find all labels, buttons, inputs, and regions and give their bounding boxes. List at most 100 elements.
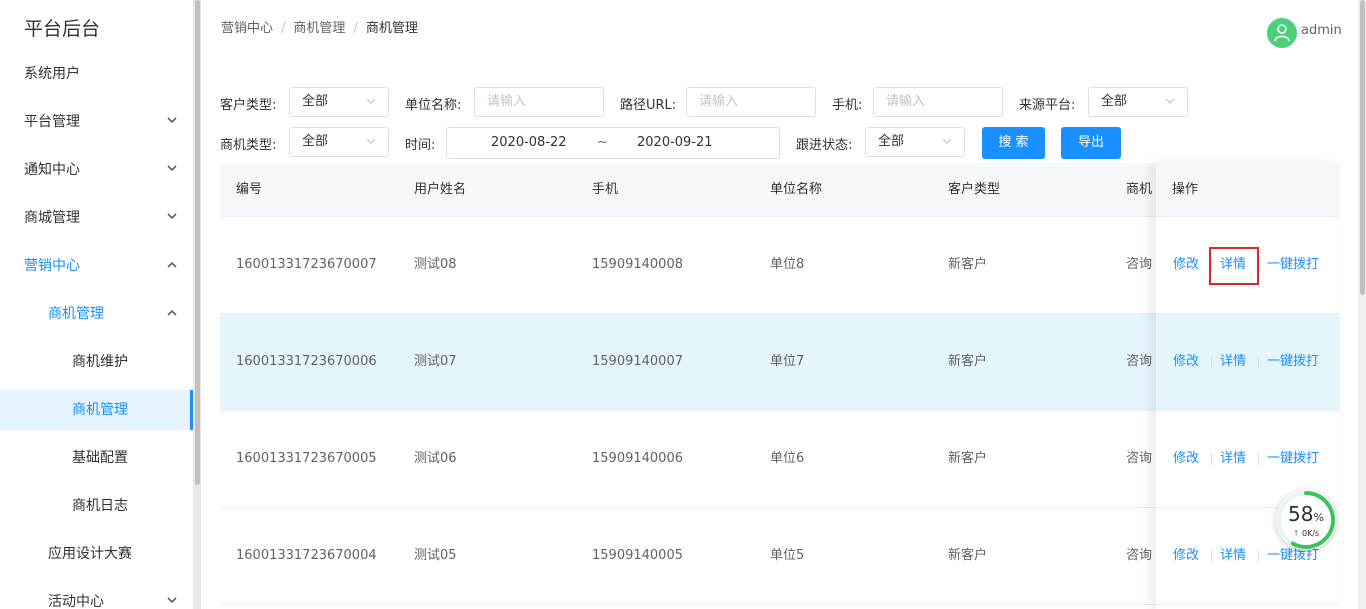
cell-id: 16001331723670005 xyxy=(236,451,377,466)
date-end[interactable]: 2020-09-21 xyxy=(637,128,713,158)
divider xyxy=(1258,356,1259,368)
unit-name-input[interactable]: 请输入 xyxy=(474,87,604,117)
phone-input[interactable]: 请输入 xyxy=(873,87,1003,117)
follow-status-select[interactable]: 全部 xyxy=(865,127,965,157)
time-label: 时间: xyxy=(405,138,436,153)
sidebar-item-opportunity-log[interactable]: 商机日志 xyxy=(0,482,193,530)
column-header-opportunity-type: 商机 xyxy=(1126,182,1153,197)
breadcrumb-separator: / xyxy=(353,21,358,36)
opportunity-type-select[interactable]: 全部 xyxy=(289,127,389,157)
edit-link[interactable]: 修改 xyxy=(1173,508,1199,604)
detail-link[interactable]: 详情 xyxy=(1220,411,1246,507)
call-link[interactable]: 一键拨打 xyxy=(1267,314,1319,410)
sidebar-item-label: 商机管理 xyxy=(48,306,104,322)
customer-type-value: 全部 xyxy=(302,94,329,109)
sidebar-item-opportunity-maintenance[interactable]: 商机维护 xyxy=(0,338,193,386)
username[interactable]: admin xyxy=(1301,23,1342,38)
sidebar-item-app-design-contest[interactable]: 应用设计大赛 xyxy=(0,530,193,578)
cell-name: 测试07 xyxy=(414,354,457,369)
sidebar-item-opportunity-management[interactable]: 商机管理 xyxy=(0,390,193,430)
sidebar-item-label: 商机日志 xyxy=(72,498,128,514)
detail-link[interactable]: 详情 xyxy=(1220,217,1246,313)
path-url-label: 路径URL: xyxy=(620,98,677,113)
edit-link[interactable]: 修改 xyxy=(1173,411,1199,507)
cell-phone: 15909140006 xyxy=(592,451,683,466)
divider xyxy=(1258,259,1259,271)
user-icon xyxy=(1274,24,1290,42)
sidebar-item-platform-management[interactable]: 平台管理 xyxy=(0,98,193,146)
column-header-id: 编号 xyxy=(236,182,263,197)
divider xyxy=(1211,550,1212,562)
speed-percent: 58% xyxy=(1288,502,1324,526)
sidebar-item-label: 通知中心 xyxy=(24,162,80,178)
cell-customer-type: 新客户 xyxy=(948,257,988,272)
sidebar-item-mall-management[interactable]: 商城管理 xyxy=(0,194,193,242)
customer-type-select[interactable]: 全部 xyxy=(289,87,389,117)
page-scrollbar-thumb[interactable] xyxy=(1360,0,1365,295)
operations-cell: 修改 详情 一键拨打 xyxy=(1156,217,1340,314)
sidebar-item-system-users[interactable]: 系统用户 xyxy=(0,50,193,98)
table-header-fixed: 操作 xyxy=(1156,163,1340,217)
path-url-input[interactable]: 请输入 xyxy=(686,87,816,117)
sidebar: 平台后台 系统用户 平台管理 通知中心 商城管理 营销中心 商机管理 商机维护 xyxy=(0,0,193,609)
detail-link[interactable]: 详情 xyxy=(1220,314,1246,410)
sidebar-item-label: 应用设计大赛 xyxy=(48,546,132,562)
cell-id: 16001331723670007 xyxy=(236,257,377,272)
column-header-unit: 单位名称 xyxy=(770,182,823,197)
column-header-phone: 手机 xyxy=(592,182,619,197)
sidebar-menu: 系统用户 平台管理 通知中心 商城管理 营销中心 商机管理 商机维护 商机管理 xyxy=(0,50,193,609)
edit-link[interactable]: 修改 xyxy=(1173,314,1199,410)
avatar[interactable] xyxy=(1267,18,1297,48)
phone-placeholder: 请输入 xyxy=(886,94,926,109)
date-separator: ~ xyxy=(597,135,608,150)
speed-rate: ↑ 0K/s xyxy=(1292,529,1320,538)
divider xyxy=(1211,356,1212,368)
cell-name: 测试05 xyxy=(414,548,457,563)
breadcrumb-current: 商机管理 xyxy=(365,21,418,36)
path-url-placeholder: 请输入 xyxy=(699,94,739,109)
sidebar-item-label: 商城管理 xyxy=(24,210,80,226)
sidebar-item-activity-center[interactable]: 活动中心 xyxy=(0,578,193,609)
chevron-down-icon xyxy=(167,98,177,146)
export-button[interactable]: 导出 xyxy=(1061,127,1121,159)
breadcrumb-item[interactable]: 商机管理 xyxy=(293,21,345,36)
cell-customer-type: 新客户 xyxy=(948,548,988,563)
call-link[interactable]: 一键拨打 xyxy=(1267,217,1319,313)
source-platform-value: 全部 xyxy=(1101,94,1128,109)
chevron-down-icon xyxy=(167,194,177,242)
cell-unit: 单位8 xyxy=(770,257,805,272)
sidebar-item-basic-config[interactable]: 基础配置 xyxy=(0,434,193,482)
search-button[interactable]: 搜 索 xyxy=(982,127,1045,159)
arrow-up-icon: ↑ xyxy=(1292,529,1300,538)
top-header: 营销中心 / 商机管理 / 商机管理 admin xyxy=(201,0,1358,62)
follow-status-value: 全部 xyxy=(878,134,905,149)
edit-link[interactable]: 修改 xyxy=(1173,217,1199,313)
brand-title: 平台后台 xyxy=(24,18,101,40)
chevron-up-icon xyxy=(167,242,177,290)
unit-name-placeholder: 请输入 xyxy=(487,94,527,109)
cell-customer-type: 新客户 xyxy=(948,354,988,369)
sidebar-item-marketing-center[interactable]: 营销中心 xyxy=(0,242,193,290)
operations-cell: 修改 详情 一键拨打 xyxy=(1156,314,1340,411)
date-range-picker[interactable]: 2020-08-22 ~ 2020-09-21 xyxy=(446,127,780,159)
opportunity-type-value: 全部 xyxy=(302,134,329,149)
breadcrumb: 营销中心 / 商机管理 / 商机管理 xyxy=(221,17,418,36)
detail-link[interactable]: 详情 xyxy=(1220,508,1246,604)
cell-id: 16001331723670004 xyxy=(236,548,377,563)
chevron-down-icon xyxy=(167,578,177,609)
network-speed-widget[interactable]: 58% ↑ 0K/s xyxy=(1276,490,1336,550)
column-header-customer-type: 客户类型 xyxy=(948,182,1001,197)
cell-name: 测试06 xyxy=(414,451,457,466)
sidebar-scrollbar-thumb[interactable] xyxy=(195,0,200,485)
sidebar-item-opportunity-management-group[interactable]: 商机管理 xyxy=(0,290,193,338)
customer-type-label: 客户类型: xyxy=(220,98,277,113)
sidebar-item-label: 商机管理 xyxy=(72,402,128,418)
sidebar-item-notification-center[interactable]: 通知中心 xyxy=(0,146,193,194)
date-start[interactable]: 2020-08-22 xyxy=(491,128,567,158)
source-platform-select[interactable]: 全部 xyxy=(1088,87,1188,117)
breadcrumb-item[interactable]: 营销中心 xyxy=(221,21,273,36)
column-header-operations: 操作 xyxy=(1172,182,1199,197)
chevron-up-icon xyxy=(167,290,177,338)
cell-opportunity-type: 咨询 xyxy=(1126,257,1153,272)
phone-label: 手机: xyxy=(832,98,863,113)
